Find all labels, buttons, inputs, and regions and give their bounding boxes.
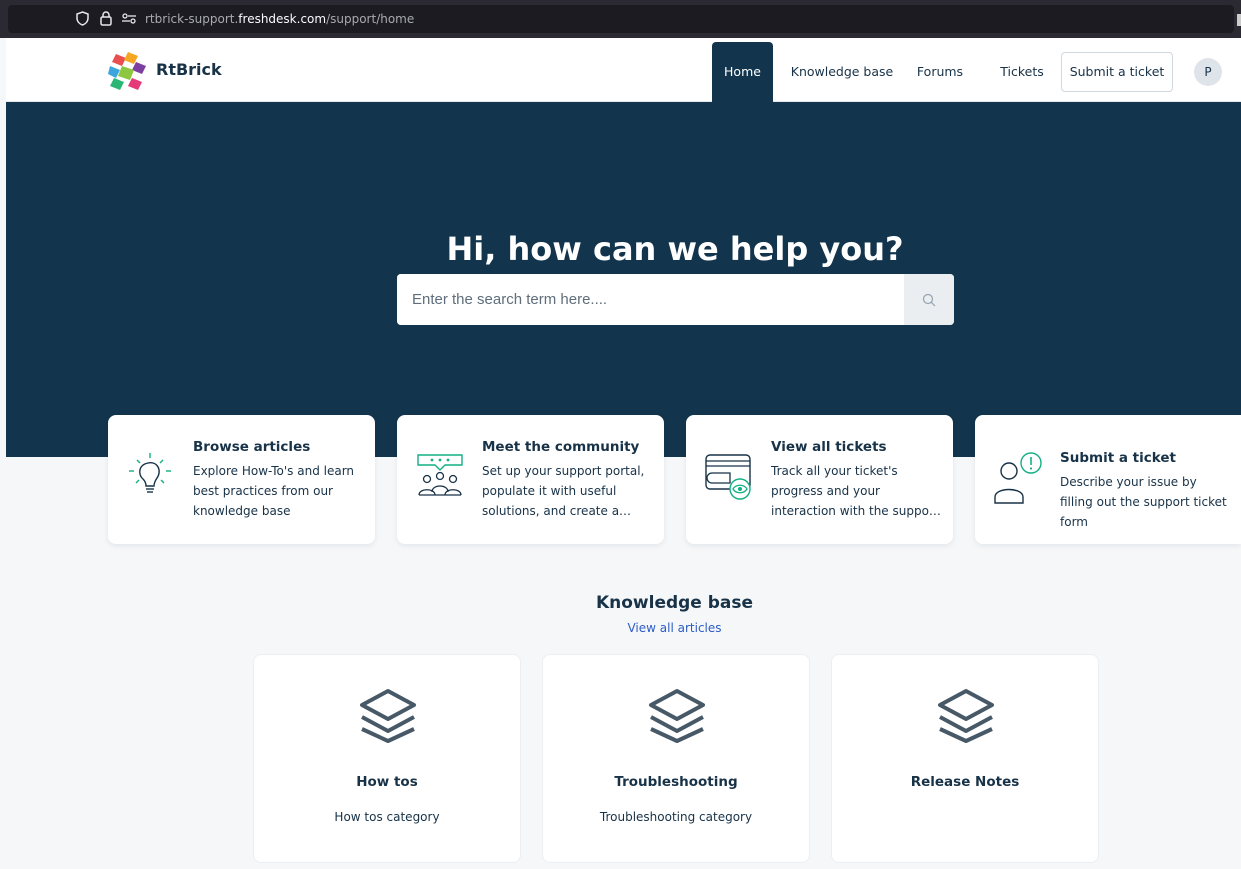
card-meet-community[interactable]: Meet the community Set up your support p… [397,415,664,544]
toolbar-edge [1237,14,1241,26]
card-title: Browse articles [193,439,311,455]
nav-forums[interactable]: Forums [910,42,970,102]
community-icon [415,449,467,507]
nav-home[interactable]: Home [712,42,773,102]
site-header: RtBrick Home Knowledge base Forums Ticke… [6,38,1241,102]
hero-banner: Hi, how can we help you? [6,102,1241,457]
view-all-articles-link[interactable]: View all articles [0,621,1241,635]
category-title: Troubleshooting [614,774,738,790]
tickets-icon [704,449,756,507]
url-text[interactable]: rtbrick-support.freshdesk.com/support/ho… [145,11,414,27]
card-title: View all tickets [771,439,887,455]
card-title: Submit a ticket [1060,450,1176,466]
category-description: How tos category [334,810,440,824]
brand-name[interactable]: RtBrick [156,60,222,79]
knowledge-base-heading: Knowledge base [595,593,754,613]
permissions-icon[interactable] [121,11,137,31]
layers-icon [358,687,418,743]
card-description: Describe your issue by filling out the s… [1060,475,1227,529]
user-alert-icon [993,449,1045,507]
lightbulb-icon [126,449,178,507]
layers-icon [936,687,996,743]
category-title: How tos [356,774,418,790]
category-card-how-tos[interactable]: How tos How tos category [253,654,521,863]
card-description: Track all your ticket's progress and you… [771,464,941,518]
category-description: Troubleshooting category [599,810,753,824]
search-button[interactable] [904,274,954,325]
hero-title: Hi, how can we help you? [446,230,904,268]
avatar[interactable]: P [1194,58,1222,86]
search-box [397,274,954,325]
card-title: Meet the community [482,439,640,455]
rtbrick-logo[interactable] [108,52,148,90]
nav-tickets[interactable]: Tickets [994,42,1050,102]
card-description: Explore How-To's and learn best practice… [193,464,355,518]
lock-icon[interactable] [100,11,112,31]
category-card-troubleshooting[interactable]: Troubleshooting Troubleshooting category [542,654,810,863]
search-icon [922,292,936,311]
card-view-tickets[interactable]: View all tickets Track all your ticket's… [686,415,953,544]
submit-ticket-button[interactable]: Submit a ticket [1061,52,1173,92]
card-submit-ticket[interactable]: Submit a ticket Describe your issue by f… [975,415,1241,544]
search-input[interactable] [397,274,904,325]
category-title: Release Notes [910,774,1020,790]
category-card-release-notes[interactable]: Release Notes [831,654,1099,863]
layers-icon [647,687,707,743]
shield-icon[interactable] [76,11,89,31]
browser-toolbar: rtbrick-support.freshdesk.com/support/ho… [0,0,1241,38]
card-browse-articles[interactable]: Browse articles Explore How-To's and lea… [108,415,375,544]
card-description: Set up your support portal, populate it … [482,464,645,518]
nav-knowledge-base[interactable]: Knowledge base [787,42,897,102]
